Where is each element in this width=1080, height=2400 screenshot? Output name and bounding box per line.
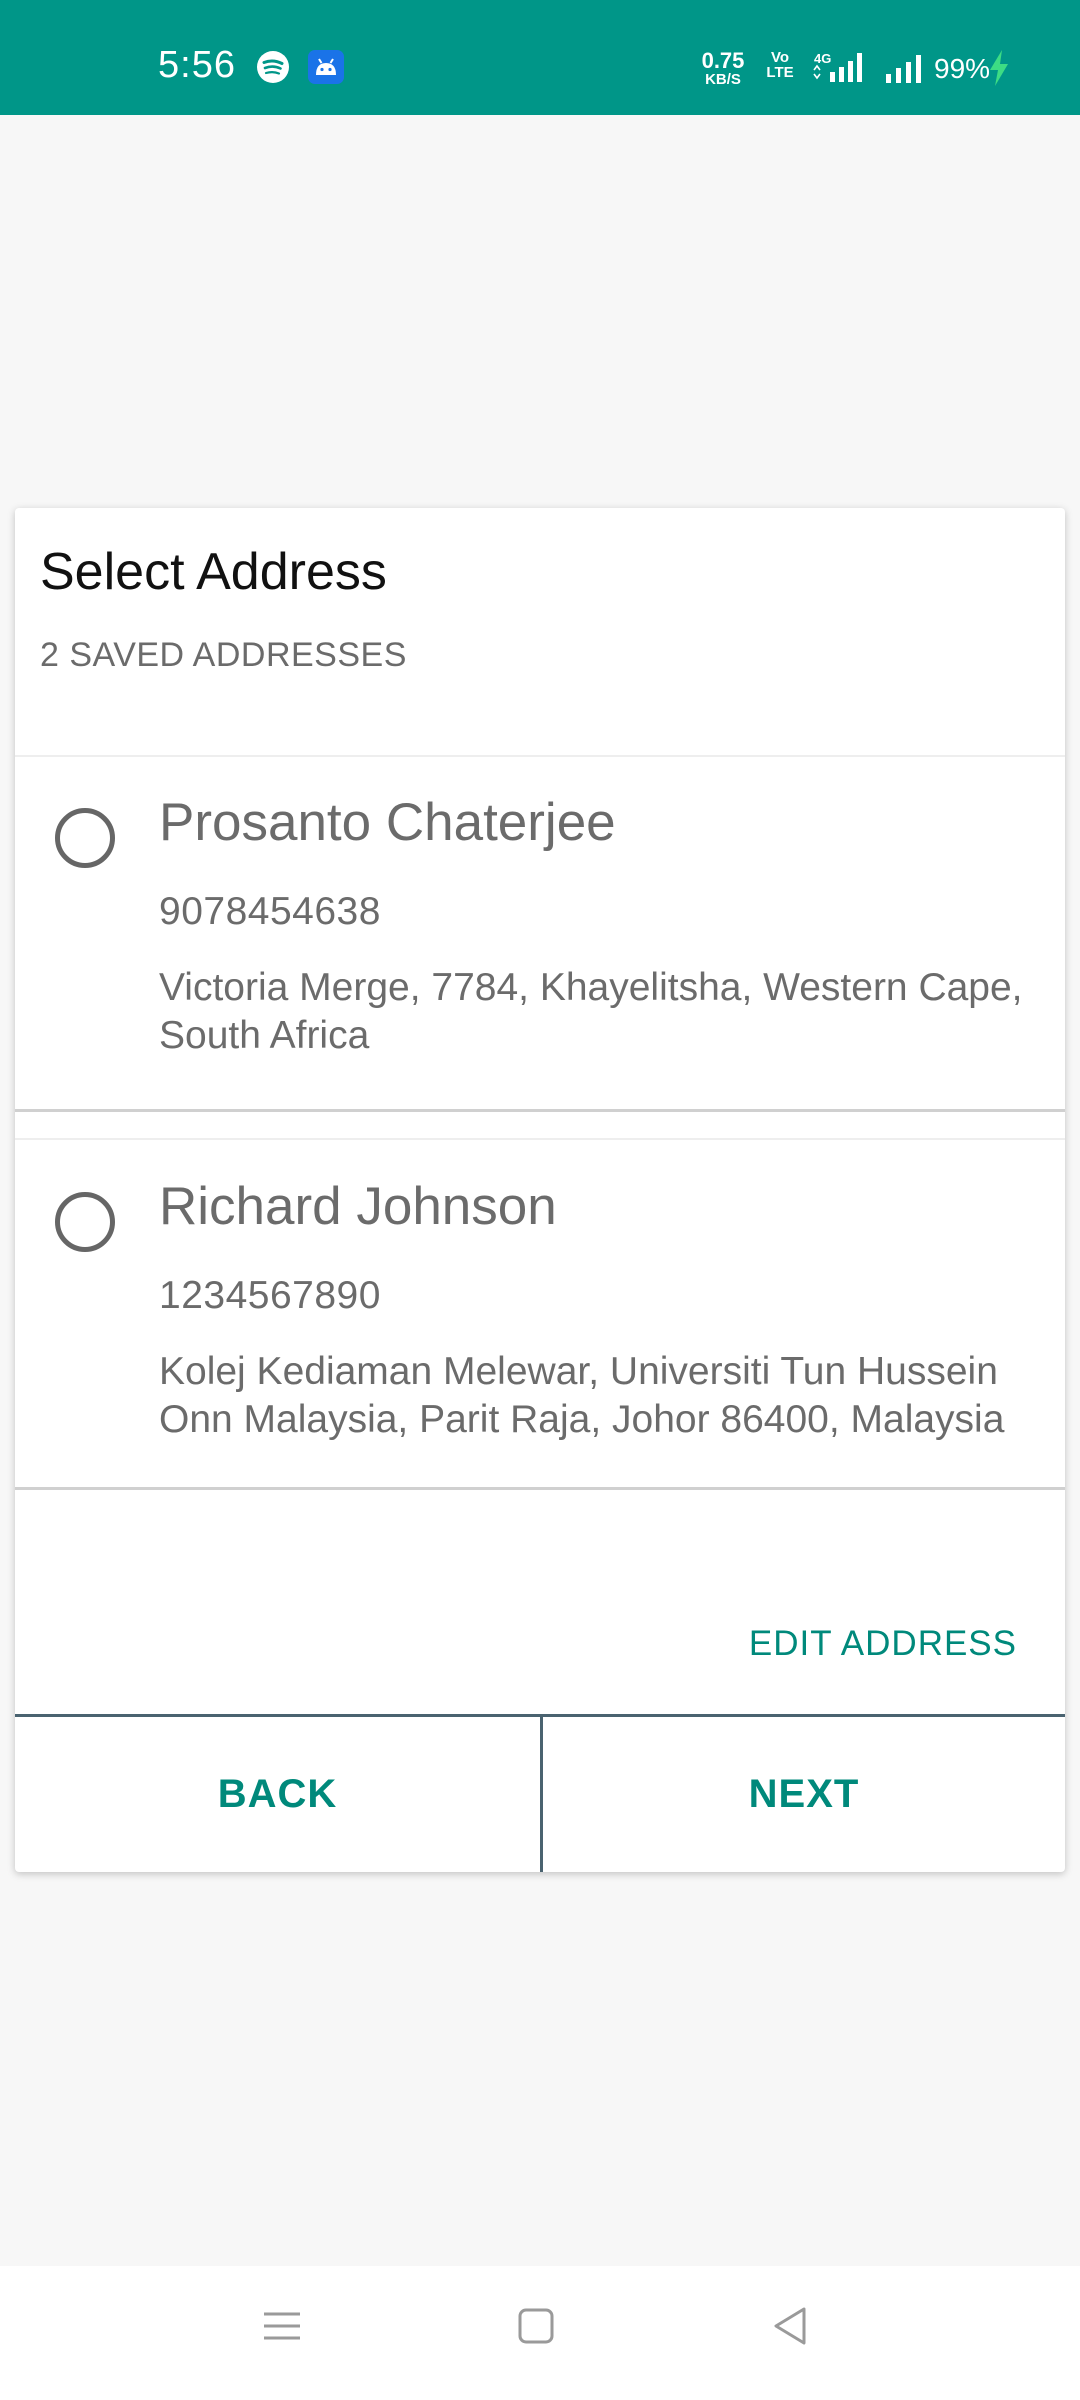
battery-percentage: 99% <box>934 53 991 84</box>
back-button[interactable]: BACK <box>15 1717 540 1872</box>
lte-signal-icon: 4G <box>812 50 872 89</box>
saved-addresses-count: 2 SAVED ADDRESSES <box>40 636 407 674</box>
back-icon[interactable] <box>770 2306 810 2351</box>
address-text: Kolej Kediaman Melewar, Universiti Tun H… <box>159 1350 1005 1441</box>
address-text: Victoria Merge, 7784, Khayelitsha, Weste… <box>159 966 1023 1057</box>
network-speed-value: 0.75 <box>701 48 745 73</box>
address-phone: 1234567890 <box>159 1274 381 1317</box>
navigation-bar <box>0 2266 1080 2400</box>
volte-top-text: Vo <box>770 49 790 66</box>
network-speed-unit: KB/S <box>705 71 741 88</box>
divider <box>15 1115 1065 1138</box>
address-name: Prosanto Chaterjee <box>159 793 616 852</box>
dialog-actions: BACK NEXT <box>15 1714 1065 1872</box>
signal-icon <box>884 54 928 89</box>
address-phone: 9078454638 <box>159 890 381 933</box>
home-icon[interactable] <box>516 2306 556 2351</box>
network-type-label: 4G <box>814 51 831 66</box>
address-item[interactable]: Prosanto Chaterjee 9078454638 Victoria M… <box>15 758 1065 1112</box>
volte-indicator: Vo LTE <box>762 50 798 80</box>
network-speed: 0.75 KB/S <box>698 48 748 88</box>
select-address-dialog: Select Address 2 SAVED ADDRESSES Prosant… <box>15 508 1065 1872</box>
dialog-title: Select Address <box>40 543 387 601</box>
address-name: Richard Johnson <box>159 1177 557 1236</box>
charging-bolt-icon <box>988 50 1010 91</box>
divider <box>15 755 1065 757</box>
address-radio-button[interactable] <box>55 808 115 868</box>
android-icon <box>308 50 344 89</box>
status-time: 5:56 <box>158 44 236 86</box>
menu-icon[interactable] <box>262 2306 302 2351</box>
status-bar: 5:56 0.75 KB/S Vo LTE 4G 99% <box>0 0 1080 115</box>
address-radio-button[interactable] <box>55 1192 115 1252</box>
next-button[interactable]: NEXT <box>540 1717 1065 1872</box>
spotify-icon <box>256 50 290 89</box>
address-item[interactable]: Richard Johnson 1234567890 Kolej Kediama… <box>15 1138 1065 1490</box>
edit-address-button[interactable]: EDIT ADDRESS <box>749 1624 1017 1664</box>
volte-bottom-text: LTE <box>766 64 794 81</box>
